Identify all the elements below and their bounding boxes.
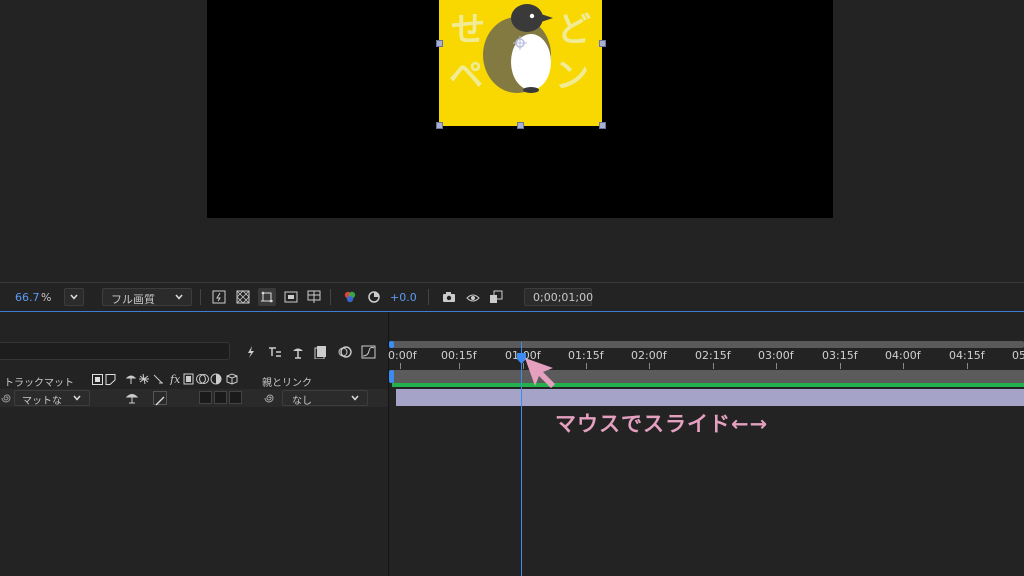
ruler-label: 04:00f (885, 349, 921, 362)
shy-layers-icon[interactable] (291, 345, 305, 359)
zoom-unit: % (41, 291, 52, 304)
frame-blend-switch[interactable] (214, 391, 227, 404)
timecode-value: 0;00;01;00 (533, 291, 594, 304)
shy-switch-icon[interactable] (126, 392, 138, 404)
chevron-down-icon (351, 395, 359, 401)
layer-row[interactable]: マットな なし (0, 389, 388, 407)
exposure-value[interactable]: +0.0 (390, 291, 417, 304)
work-area-bar[interactable] (392, 370, 1024, 383)
spiral-link-icon (1, 394, 11, 403)
toolbar-divider (330, 289, 331, 305)
motion-blur-switch[interactable] (229, 391, 242, 404)
graph-editor-icon[interactable] (361, 345, 376, 359)
time-ruler[interactable]: 0:00f00:15f01:00f01:15f02:00f02:15f03:00… (388, 312, 1024, 370)
region-of-interest-icon[interactable] (282, 288, 300, 306)
svg-text:fx: fx (169, 373, 181, 385)
chevron-down-icon (73, 395, 81, 401)
fast-preview-icon[interactable] (210, 288, 228, 306)
motion-blur-icon[interactable] (338, 345, 352, 359)
zoom-value[interactable]: 66.7 (15, 291, 40, 304)
timecode-field[interactable]: 0;00;01;00 (524, 288, 594, 306)
ruler-label: 02:15f (695, 349, 731, 362)
matte-switch-icons (92, 374, 116, 385)
ruler-tick (586, 363, 587, 369)
work-area-start-handle[interactable] (389, 370, 394, 383)
chevron-down-icon (175, 294, 183, 300)
ruler-tick (400, 363, 401, 369)
transparency-grid-icon[interactable] (234, 288, 252, 306)
track-matte-dropdown[interactable]: マットな (14, 390, 90, 407)
ruler-tick (776, 363, 777, 369)
toolbar-divider (428, 289, 429, 305)
ruler-label: 0:00f (388, 349, 417, 362)
show-snapshot-icon[interactable] (464, 288, 482, 306)
ruler-label: 04:15f (949, 349, 985, 362)
layer-toggle-icon[interactable] (487, 288, 505, 306)
ruler-label: 05 (1012, 349, 1024, 362)
grid-guides-icon[interactable] (305, 288, 323, 306)
toolbar-divider (200, 289, 201, 305)
anchor-point-icon[interactable] (513, 36, 527, 50)
track-matte-value: マットな (22, 396, 62, 407)
parent-value: なし (292, 396, 312, 407)
pick-whip-icon[interactable] (264, 392, 276, 404)
ruler-tick (840, 363, 841, 369)
track-matte-header: トラックマット (4, 378, 74, 389)
ruler-label: 00:15f (441, 349, 477, 362)
composition-viewer[interactable]: せ ど ペ ン (0, 0, 1024, 282)
playhead-line[interactable] (521, 342, 522, 576)
effects-switch[interactable] (199, 391, 212, 404)
render-cache-indicator (392, 383, 1024, 387)
ruler-label: 01:15f (568, 349, 604, 362)
quality-slash-icon (155, 396, 165, 406)
switch-icon-header: fx (125, 373, 241, 388)
draft-3d-icon[interactable] (244, 345, 258, 359)
resolution-dropdown[interactable]: フル画質 (102, 288, 192, 306)
chevron-down-icon (70, 294, 78, 300)
ruler-label: 03:00f (758, 349, 794, 362)
comp-flowchart-icon[interactable] (268, 345, 282, 359)
ruler-label: 03:15f (822, 349, 858, 362)
transform-handle-left[interactable] (436, 40, 443, 47)
ruler-tick (713, 363, 714, 369)
quality-switch[interactable] (153, 391, 167, 406)
transform-handle-bottom[interactable] (517, 122, 524, 129)
viewer-toolbar: 66.7 % フル画質 +0.0 0;00;01;00 (0, 282, 1024, 311)
mouse-cursor-icon (525, 358, 555, 388)
timeline-graph-area[interactable]: 0:00f00:15f01:00f01:15f02:00f02:15f03:00… (388, 312, 1024, 576)
parent-link-header: 親とリンク (262, 378, 312, 389)
column-header-row: トラックマット fx 親とリンク (0, 371, 388, 389)
penguin-illustration (483, 4, 553, 93)
resolution-label: フル画質 (111, 293, 155, 306)
layer-search-input[interactable] (0, 342, 230, 360)
ruler-tick (903, 363, 904, 369)
parent-dropdown[interactable]: なし (282, 390, 368, 407)
ruler-label: 02:00f (631, 349, 667, 362)
timeline-layer-panel: トラックマット fx 親とリンク マットな なし (0, 312, 388, 576)
transform-handle-bottom-right[interactable] (599, 122, 606, 129)
frame-blending-icon[interactable] (314, 345, 328, 359)
mask-visibility-icon[interactable] (258, 288, 276, 306)
ruler-tick (459, 363, 460, 369)
snapshot-icon[interactable] (440, 288, 458, 306)
layer-duration-bar[interactable] (396, 389, 1024, 406)
zoom-dropdown[interactable] (64, 288, 84, 306)
slide-annotation-text: マウスでスライド←→ (555, 412, 769, 436)
reset-exposure-icon[interactable] (365, 288, 383, 306)
transform-handle-right[interactable] (599, 40, 606, 47)
transform-handle-bottom-left[interactable] (436, 122, 443, 129)
penguin-layer-image[interactable]: せ ど ペ ン (439, 0, 602, 126)
ruler-tick (967, 363, 968, 369)
ruler-tick (649, 363, 650, 369)
layer-switches-icons: fx (125, 373, 238, 386)
channel-icon[interactable] (341, 288, 359, 306)
